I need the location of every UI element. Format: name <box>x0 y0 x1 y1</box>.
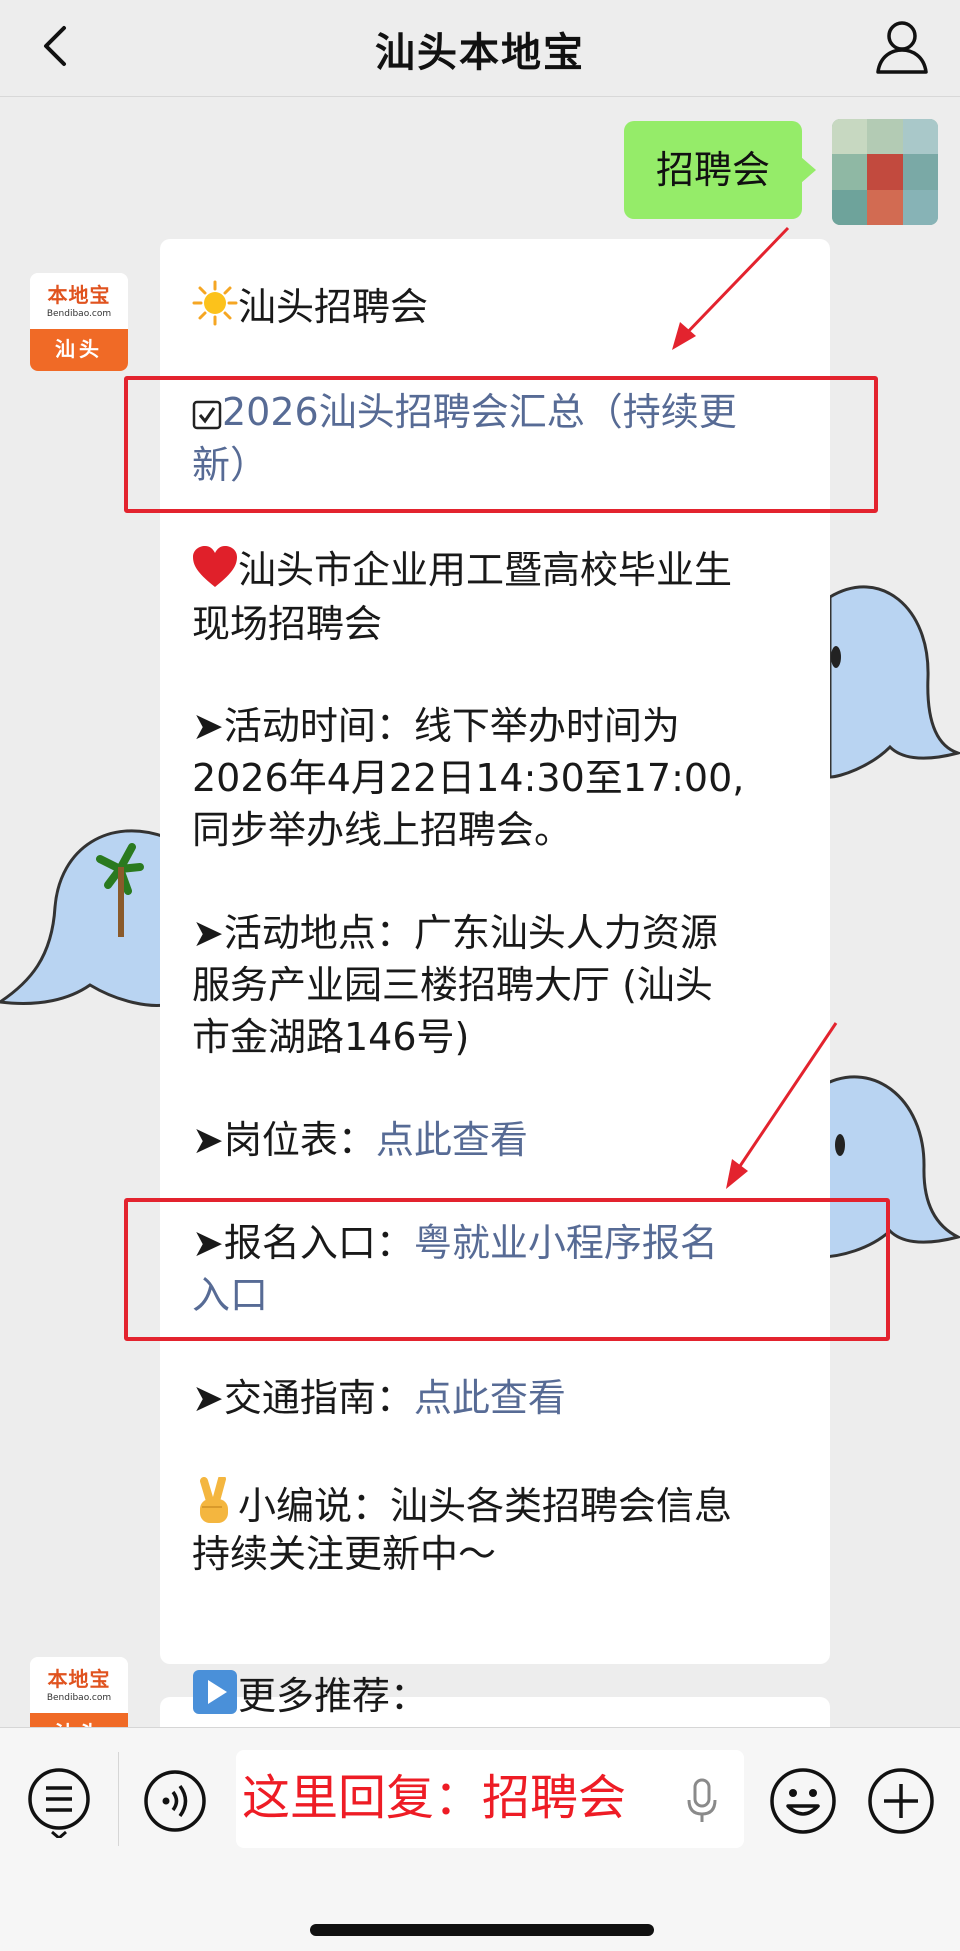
list-menu-icon[interactable] <box>26 1766 92 1838</box>
avatar-site-text: Bendibao.com <box>46 1693 112 1703</box>
plus-icon[interactable] <box>866 1766 936 1836</box>
more-recommend-line[interactable]: 更多推荐： <box>192 1669 428 1721</box>
annotation-arrow-bottom <box>726 1022 838 1189</box>
sun-emoji <box>192 280 238 326</box>
user-avatar[interactable] <box>832 119 938 225</box>
traffic-line: ➤交通指南：点此查看 <box>192 1373 566 1423</box>
victory-hand-emoji <box>200 1477 228 1523</box>
user-avatar-image <box>832 119 938 225</box>
jobs-line: ➤岗位表：点此查看 <box>192 1115 528 1165</box>
avatar-site-text: Bendibao.com <box>46 309 112 319</box>
microphone-icon[interactable] <box>686 1778 718 1824</box>
red-heart-emoji <box>193 546 237 587</box>
input-bar: 这里回复：招聘会 <box>0 1727 960 1951</box>
input-divider <box>118 1752 119 1846</box>
avatar-brand-text: 本地宝 <box>47 283 111 307</box>
message-input[interactable]: 这里回复：招聘会 <box>236 1750 744 1848</box>
ghost-doodle-left <box>0 829 165 1007</box>
event-time-line-3: 同步举办线上招聘会。 <box>192 808 573 852</box>
event-place-line-1: ➤活动地点：广东汕头人力资源 <box>192 911 718 955</box>
smiley-icon[interactable] <box>768 1766 838 1836</box>
bot-avatar-2[interactable]: 本地宝 Bendibao.com 汕头 <box>30 1657 128 1727</box>
chat-area[interactable]: 招聘会 本地宝 Bendibao.com 汕头 汕头招聘会 2026汕头招聘会汇… <box>0 97 960 1727</box>
page-title: 汕头本地宝 <box>375 30 585 76</box>
person-icon[interactable] <box>870 14 934 78</box>
home-indicator <box>310 1924 654 1936</box>
annotation-arrow-top <box>672 226 790 350</box>
event-title-line-2: 现场招聘会 <box>192 602 383 646</box>
highlight-box-signup <box>124 1198 890 1341</box>
traffic-label: ➤交通指南： <box>192 1376 414 1420</box>
top-nav-bar: 汕头本地宝 <box>0 0 960 97</box>
jobs-label: ➤岗位表： <box>192 1118 376 1162</box>
highlight-box-summary <box>124 376 878 513</box>
traffic-link[interactable]: 点此查看 <box>414 1376 566 1420</box>
event-place-line-3: 市金湖路146号) <box>192 1015 470 1059</box>
avatar-city-text: 汕头 <box>30 329 128 371</box>
event-title-text: 汕头市企业用工暨高校毕业生 <box>238 548 733 592</box>
reply-hint-text: 这里回复：招聘会 <box>242 1770 627 1826</box>
event-place-line-2: 服务产业园三楼招聘大厅 (汕头 <box>192 963 713 1007</box>
user-message-bubble[interactable]: 招聘会 <box>623 121 817 219</box>
intro-line: 汕头招聘会 <box>192 280 428 332</box>
event-time-line-2: 2026年4月22日14:30至17:00, <box>192 756 745 800</box>
event-time-line-1: ➤活动时间：线下举办时间为 <box>192 704 680 748</box>
voice-icon[interactable] <box>142 1768 208 1834</box>
editor-note-line-2: 持续关注更新中～ <box>192 1532 497 1576</box>
avatar-brand-text: 本地宝 <box>47 1667 111 1691</box>
event-title-line-1: 汕头市企业用工暨高校毕业生 <box>192 545 732 595</box>
more-recommend-text: 更多推荐： <box>238 1674 429 1718</box>
bot-avatar[interactable]: 本地宝 Bendibao.com 汕头 <box>30 273 128 371</box>
editor-note-line-1: 小编说：汕头各类招聘会信息 <box>192 1477 732 1531</box>
jobs-link[interactable]: 点此查看 <box>376 1118 528 1162</box>
avatar-city-text: 汕头 <box>30 1713 128 1727</box>
play-button-emoji <box>193 1670 237 1714</box>
intro-text: 汕头招聘会 <box>238 285 429 329</box>
editor-note-text: 小编说：汕头各类招聘会信息 <box>238 1484 733 1528</box>
